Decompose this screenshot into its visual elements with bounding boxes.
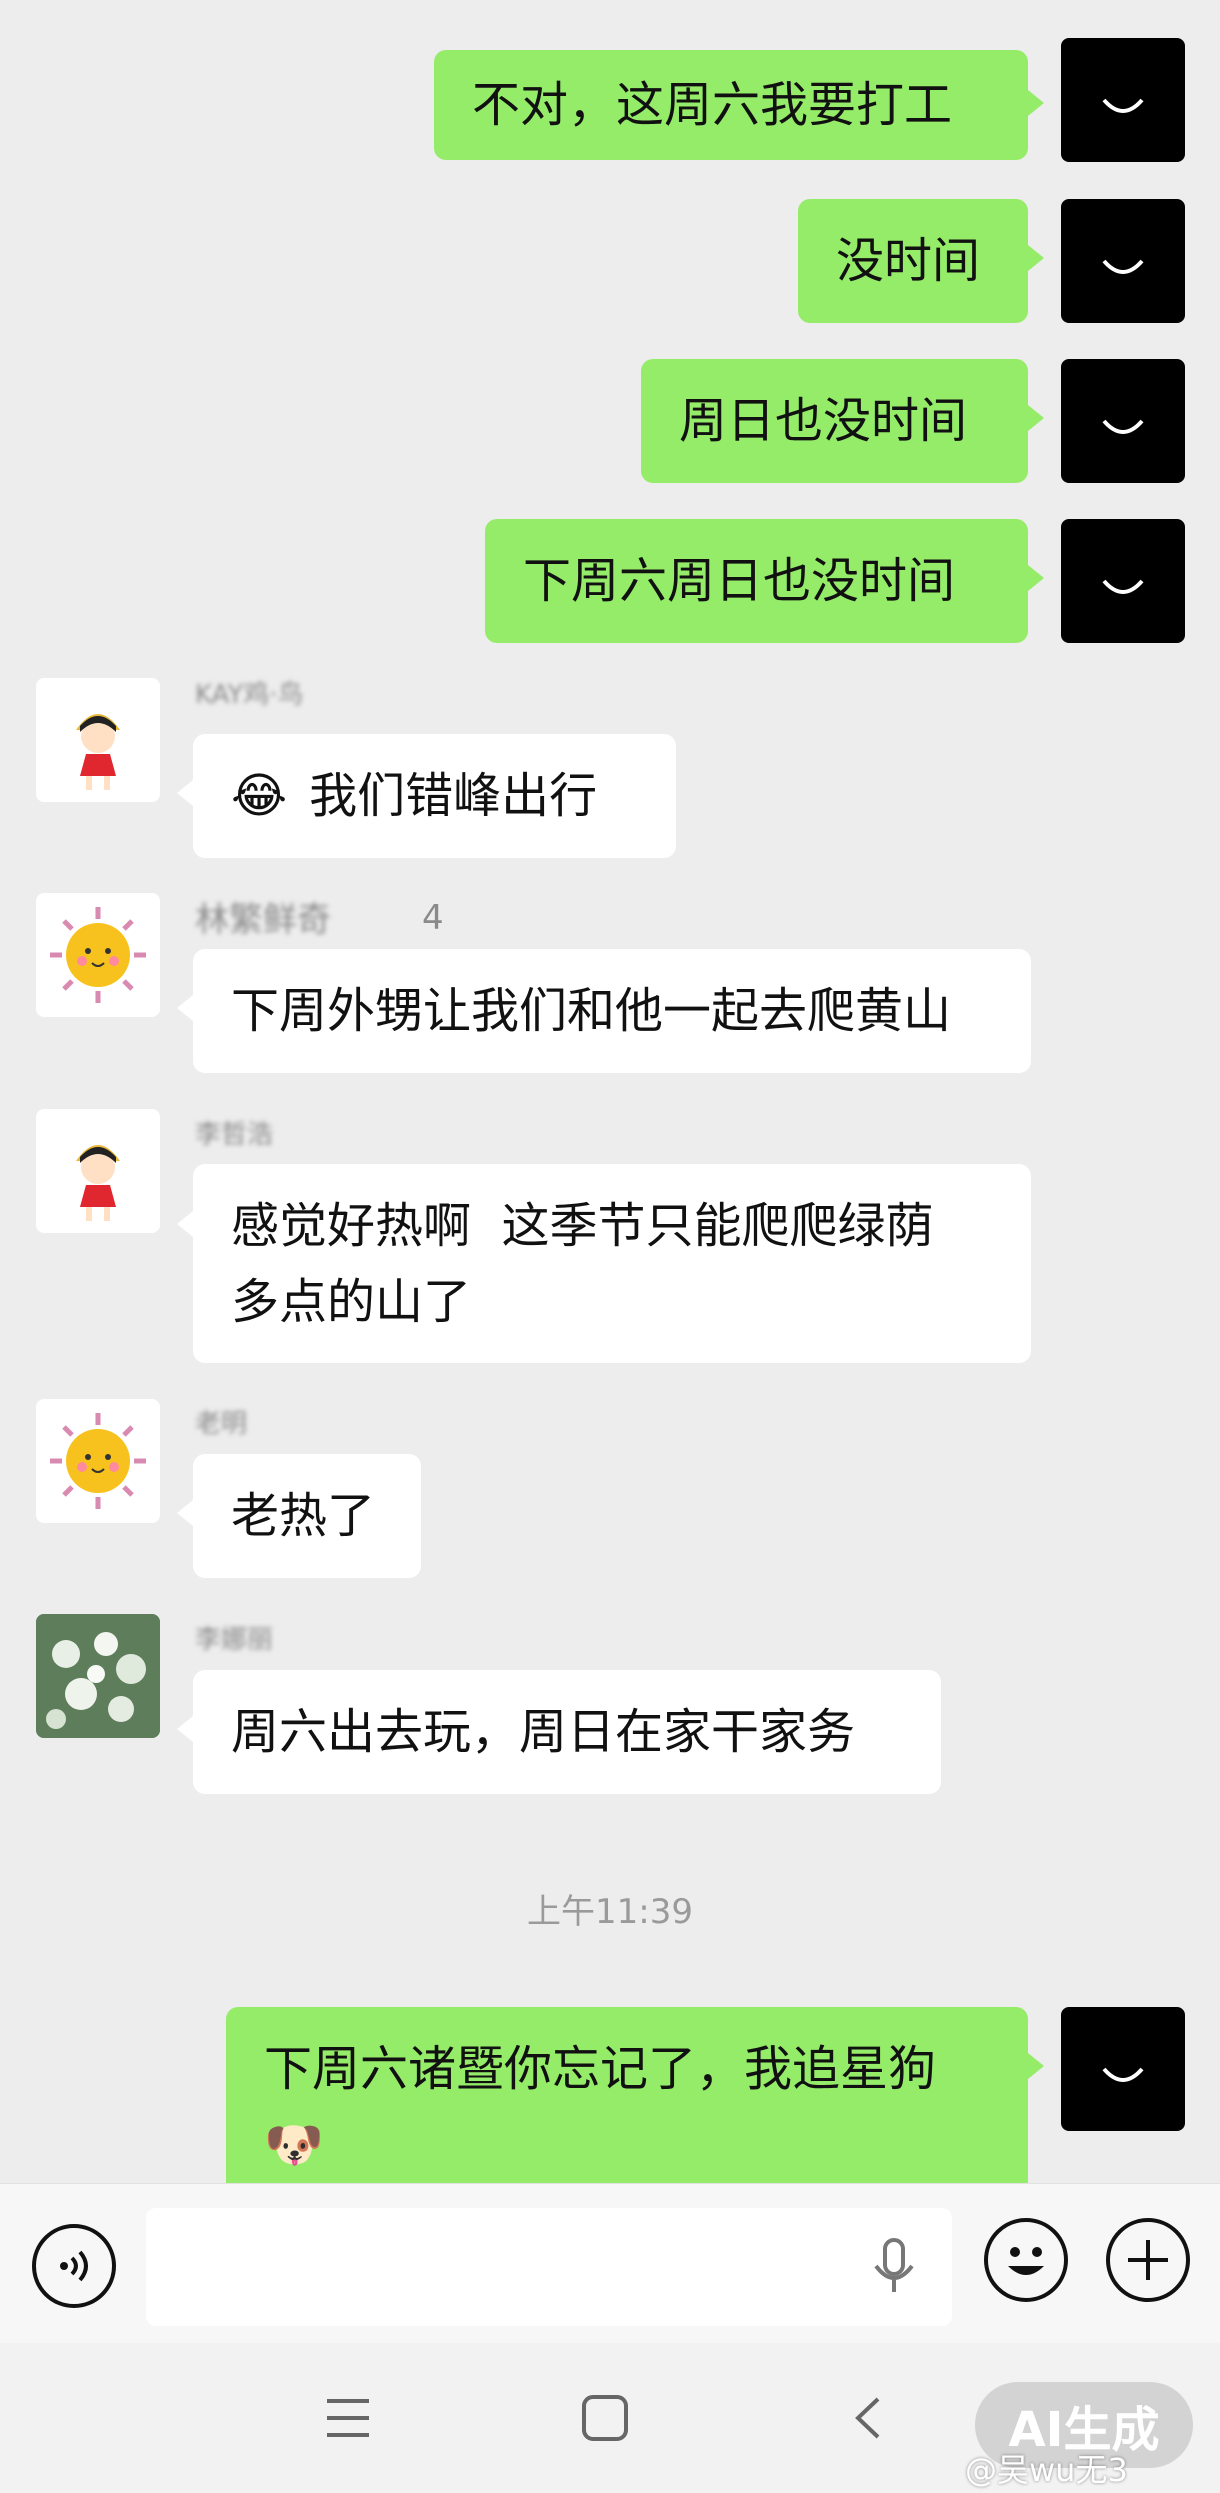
sender-name: 李哲浩 — [195, 1120, 274, 1150]
message-bubble[interactable]: 老热了 — [193, 1454, 421, 1578]
sun-avatar[interactable] — [36, 893, 160, 1017]
maruko-avatar[interactable] — [36, 678, 160, 802]
message-text-line: 下周六诸暨你忘记了，我追星狗 — [264, 2041, 937, 2097]
bubble-tail — [177, 1211, 193, 1237]
bubble-tail — [177, 1716, 193, 1742]
top-bar — [0, 0, 1220, 50]
message-bubble[interactable]: 不对，这周六我要打工 — [434, 50, 1028, 160]
emoji-icon[interactable] — [984, 2218, 1068, 2302]
bubble-tail — [1028, 565, 1044, 591]
maruko-avatar[interactable] — [36, 1109, 160, 1233]
my-avatar[interactable] — [1061, 199, 1185, 323]
message-text: 下周六周日也没时间 — [523, 553, 956, 609]
moon-avatar-image — [1102, 2067, 1144, 2082]
voice-icon[interactable] — [32, 2224, 116, 2308]
input-bar — [0, 2183, 1220, 2344]
maruko-avatar-image — [76, 714, 120, 790]
message-bubble[interactable]: 下周六周日也没时间 — [485, 519, 1028, 643]
sun-avatar-image — [50, 907, 146, 1003]
message-text: 下周外甥让我们和他一起去爬黄山 — [231, 983, 952, 1039]
laughing-emoji: 😂 — [231, 768, 288, 824]
message-bubble[interactable]: 下周六诸暨你忘记了，我追星狗 🐶 — [226, 2007, 1028, 2183]
flower-avatar[interactable] — [36, 1614, 160, 1738]
message-text: 我们错峰出行 — [309, 768, 598, 824]
my-avatar[interactable] — [1061, 359, 1185, 483]
sender-name: 林繁鲜奇 — [195, 900, 331, 940]
message-bubble[interactable]: 周六出去玩，周日在家干家务 — [193, 1670, 941, 1794]
my-avatar[interactable] — [1061, 38, 1185, 162]
bubble-tail — [177, 1500, 193, 1526]
bubble-tail — [1028, 2053, 1044, 2079]
home-icon[interactable] — [580, 2393, 630, 2443]
add-icon[interactable] — [1106, 2218, 1190, 2302]
message-timestamp: 上午11:39 — [527, 1892, 693, 1932]
bubble-tail — [177, 780, 193, 806]
mic-icon[interactable] — [864, 2234, 924, 2304]
moon-avatar-image — [1102, 259, 1144, 274]
flower-avatar-image — [36, 1614, 160, 1738]
message-text: 不对，这周六我要打工 — [472, 77, 953, 133]
bubble-tail — [1028, 405, 1044, 431]
message-text: 周日也没时间 — [679, 393, 968, 449]
sender-name: 老明 — [195, 1409, 248, 1439]
message-bubble[interactable]: 😂 我们错峰出行 — [193, 734, 676, 858]
message-bubble[interactable]: 没时间 — [798, 199, 1028, 323]
message-text-line: 感觉好热啊 这季节只能爬爬绿荫 — [231, 1198, 934, 1254]
moon-avatar-image — [1102, 98, 1144, 113]
message-bubble[interactable]: 感觉好热啊 这季节只能爬爬绿荫 多点的山了 — [193, 1164, 1031, 1363]
back-icon[interactable] — [844, 2393, 894, 2443]
message-text-line: 多点的山了 — [231, 1274, 472, 1330]
maruko-avatar-image — [76, 1145, 120, 1221]
message-text: 老热了 — [231, 1488, 376, 1544]
sender-name-suffix: 4 — [422, 898, 444, 938]
sun-avatar-image — [50, 1413, 146, 1509]
message-bubble[interactable]: 下周外甥让我们和他一起去爬黄山 — [193, 949, 1031, 1073]
menu-icon[interactable] — [323, 2393, 373, 2443]
message-text: 周六出去玩，周日在家干家务 — [231, 1704, 856, 1760]
sun-avatar[interactable] — [36, 1399, 160, 1523]
watermark: @吴wu无3 — [965, 2451, 1128, 2489]
my-avatar[interactable] — [1061, 519, 1185, 643]
message-input[interactable] — [146, 2208, 952, 2326]
my-avatar[interactable] — [1061, 2007, 1185, 2131]
sender-name: KAY鸡·鸟 — [195, 680, 304, 710]
bubble-tail — [1028, 90, 1044, 116]
moon-avatar-image — [1102, 419, 1144, 434]
message-text: 没时间 — [836, 233, 981, 289]
bubble-tail — [1028, 245, 1044, 271]
message-bubble[interactable]: 周日也没时间 — [641, 359, 1028, 483]
dog-emoji: 🐶 — [264, 2117, 324, 2173]
sender-name: 李娜丽 — [195, 1625, 274, 1655]
bubble-tail — [177, 995, 193, 1021]
moon-avatar-image — [1102, 579, 1144, 594]
